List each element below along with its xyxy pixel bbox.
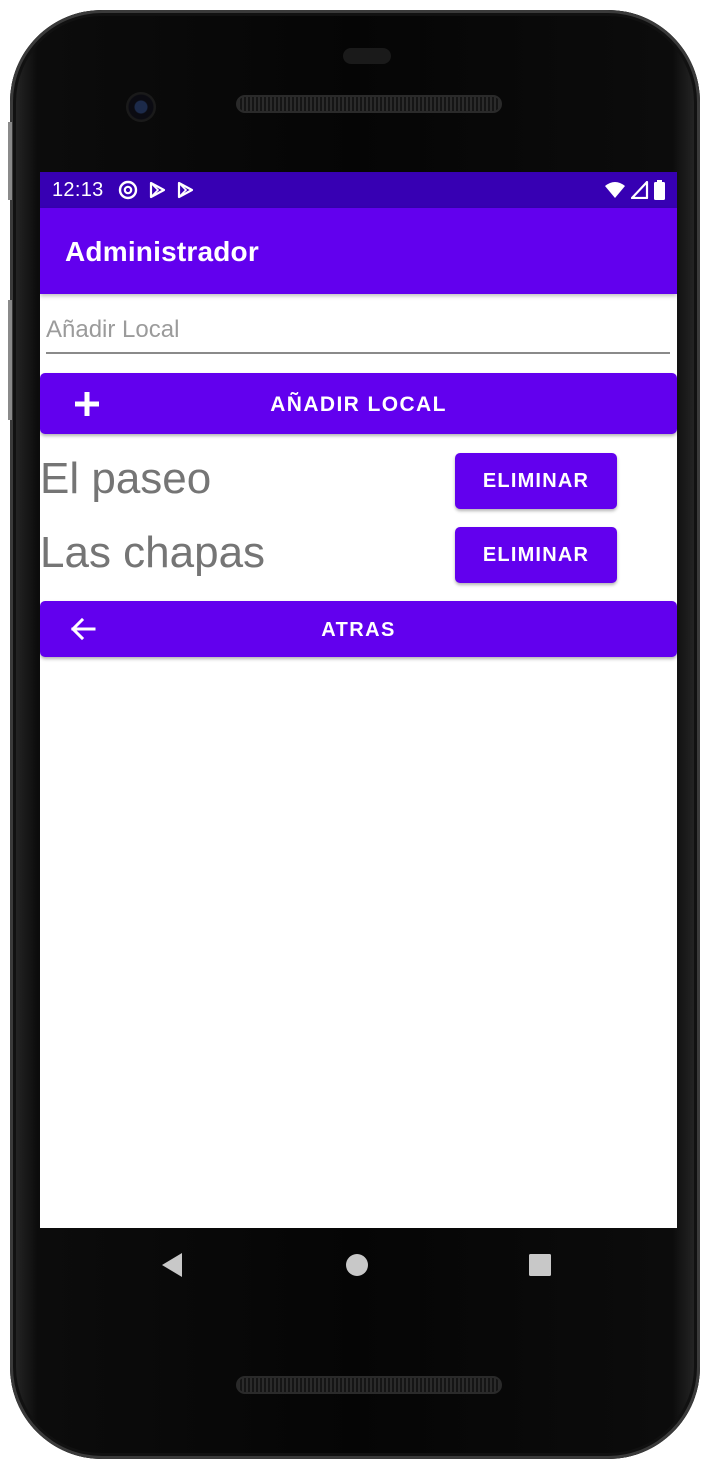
recents-icon[interactable] xyxy=(529,1254,551,1276)
front-camera xyxy=(126,92,156,122)
navigation-bar xyxy=(0,1228,702,1298)
cell-signal-icon xyxy=(631,181,649,199)
top-speaker xyxy=(236,95,502,113)
home-icon[interactable] xyxy=(345,1253,369,1277)
play-store-icon xyxy=(149,181,165,199)
back-icon[interactable] xyxy=(160,1252,184,1278)
delete-button[interactable]: ELIMINAR xyxy=(455,453,617,509)
add-local-button[interactable]: AÑADIR LOCAL xyxy=(40,373,677,434)
local-name: Las chapas xyxy=(40,528,266,577)
sync-icon xyxy=(118,180,137,200)
status-bar: 12:13 xyxy=(40,172,677,208)
battery-icon xyxy=(654,180,665,200)
back-button[interactable]: ATRAS xyxy=(40,601,677,657)
local-name: El paseo xyxy=(40,454,212,503)
wifi-icon xyxy=(605,182,625,198)
add-local-input[interactable] xyxy=(46,310,670,350)
screen: 12:13 Administrador Añadir Local AÑADIR … xyxy=(40,172,677,1228)
delete-label: ELIMINAR xyxy=(482,470,590,492)
bottom-speaker xyxy=(236,1376,502,1394)
add-local-field xyxy=(46,310,670,354)
volume-button xyxy=(8,300,12,420)
status-time: 12:13 xyxy=(52,178,104,201)
back-label: ATRAS xyxy=(321,619,396,641)
play-store-icon xyxy=(177,181,193,199)
delete-button[interactable]: ELIMINAR xyxy=(455,527,617,583)
add-local-label: AÑADIR LOCAL xyxy=(270,393,447,416)
app-bar: Administrador xyxy=(40,208,677,294)
side-button xyxy=(8,122,12,200)
sensor-notch xyxy=(343,48,391,64)
app-title: Administrador xyxy=(65,236,259,267)
delete-label: ELIMINAR xyxy=(482,544,590,566)
